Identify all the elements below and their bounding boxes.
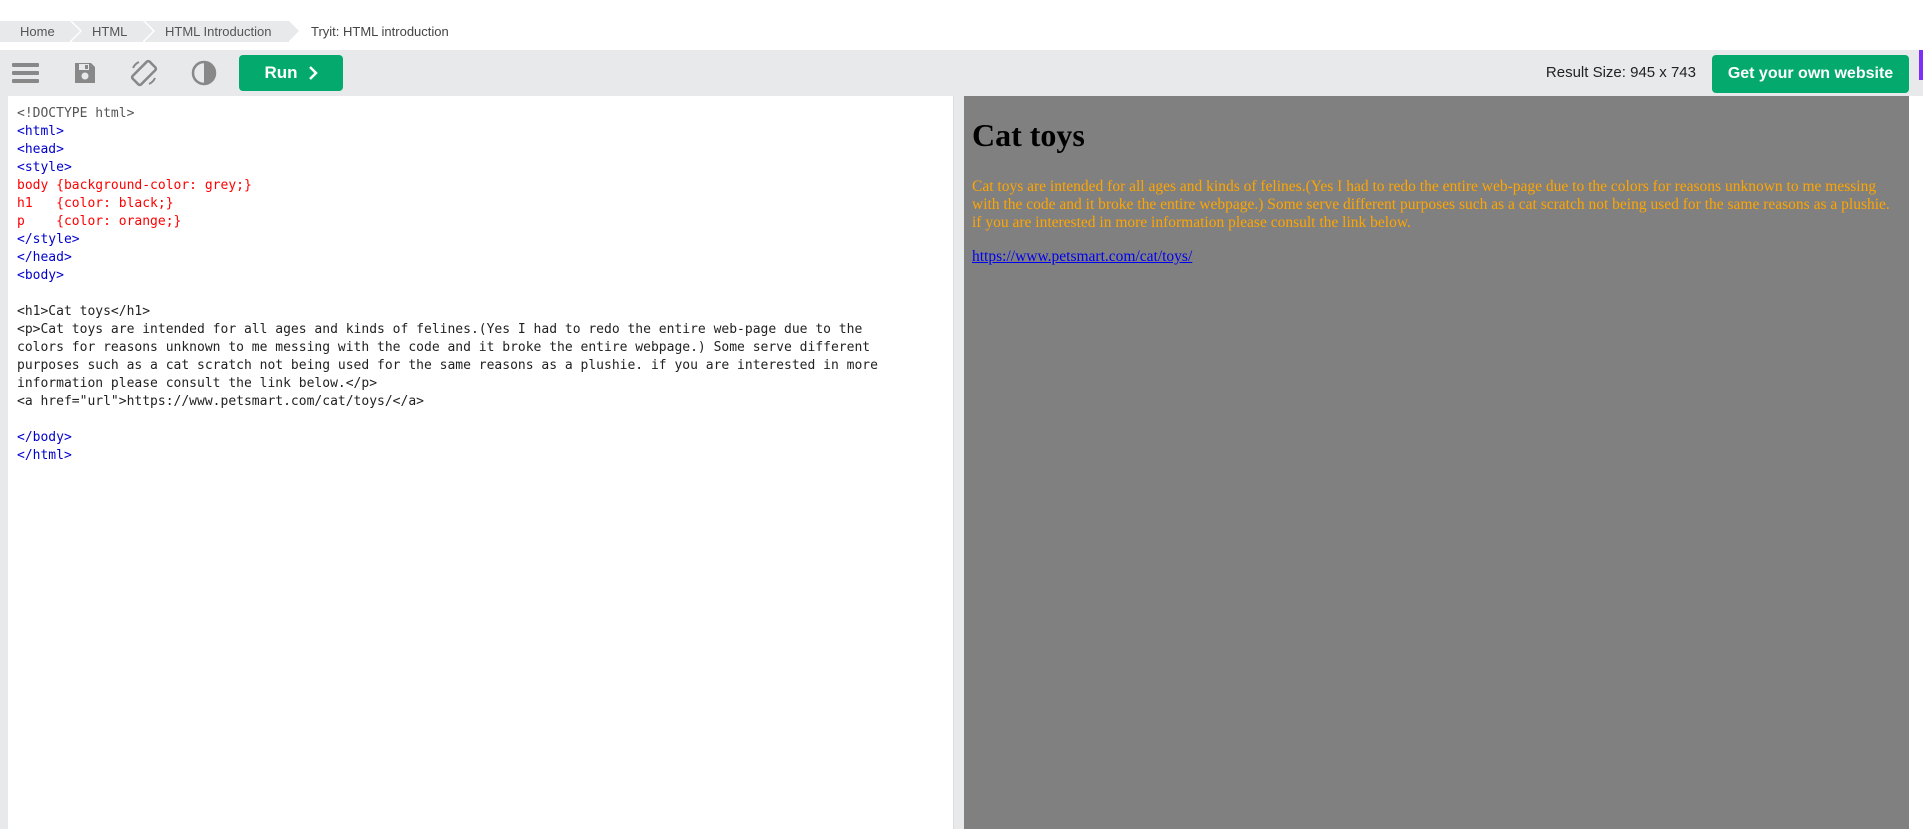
code-line: purposes such as a cat scratch not being… bbox=[17, 358, 878, 373]
left-gutter bbox=[0, 96, 8, 829]
code-line: <style> bbox=[17, 160, 72, 175]
code-editor[interactable]: <!DOCTYPE html> <html> <head> <style> body {… bbox=[8, 96, 954, 829]
code-line: <h1>Cat toys</h1> bbox=[17, 304, 151, 319]
chevron-right-icon bbox=[308, 66, 318, 80]
breadcrumb-html-introduction[interactable]: HTML Introduction bbox=[145, 21, 301, 42]
menu-icon[interactable] bbox=[9, 57, 41, 89]
code-line: <html> bbox=[17, 124, 64, 139]
code-line: <!DOCTYPE html> bbox=[17, 106, 135, 121]
code-lines: <!DOCTYPE html> <html> <head> <style> body {… bbox=[17, 105, 878, 465]
breadcrumb-home[interactable]: Home bbox=[0, 21, 82, 42]
code-line: </head> bbox=[17, 250, 72, 265]
code-line: information please consult the link belo… bbox=[17, 376, 378, 391]
run-label: Run bbox=[264, 63, 298, 82]
result-paragraph: Cat toys are intended for all ages and k… bbox=[972, 178, 1890, 231]
code-line: <a href="url">https://www.petsmart.com/c… bbox=[17, 394, 424, 409]
code-line: <p>Cat toys are intended for all ages an… bbox=[17, 322, 863, 337]
run-button[interactable]: Run bbox=[239, 55, 343, 91]
contrast-icon[interactable] bbox=[188, 57, 220, 89]
breadcrumb-current-page: Tryit: HTML introduction bbox=[311, 24, 449, 39]
breadcrumb-html[interactable]: HTML bbox=[72, 21, 155, 42]
code-line: colors for reasons unknown to me messing… bbox=[17, 340, 871, 355]
result-heading: Cat toys bbox=[972, 117, 1085, 153]
right-edge bbox=[1909, 96, 1923, 829]
pane-splitter[interactable] bbox=[954, 96, 964, 829]
code-line: <body> bbox=[17, 268, 64, 283]
scroll-indicator bbox=[1919, 50, 1923, 80]
rotate-icon[interactable] bbox=[128, 57, 160, 89]
result-pane: Cat toys Cat toys are intended for all a… bbox=[964, 96, 1909, 829]
result-link[interactable]: https://www.petsmart.com/cat/toys/ bbox=[972, 248, 1192, 266]
toolbar: Run Result Size: 945 x 743 Get your own … bbox=[0, 50, 1923, 96]
code-line: <head> bbox=[17, 142, 64, 157]
code-line: </body> bbox=[17, 430, 72, 445]
code-line: p {color: orange;} bbox=[17, 214, 182, 229]
code-line: body {background-color: grey;} bbox=[17, 178, 252, 193]
code-line: </style> bbox=[17, 232, 80, 247]
code-line: </html> bbox=[17, 448, 72, 463]
get-your-own-website-button[interactable]: Get your own website bbox=[1712, 55, 1909, 93]
code-line: h1 {color: black;} bbox=[17, 196, 174, 211]
breadcrumb: Home HTML HTML Introduction Tryit: HTML … bbox=[0, 0, 1923, 50]
result-size-label: Result Size: 945 x 743 bbox=[1545, 64, 1696, 81]
save-icon[interactable] bbox=[69, 57, 101, 89]
